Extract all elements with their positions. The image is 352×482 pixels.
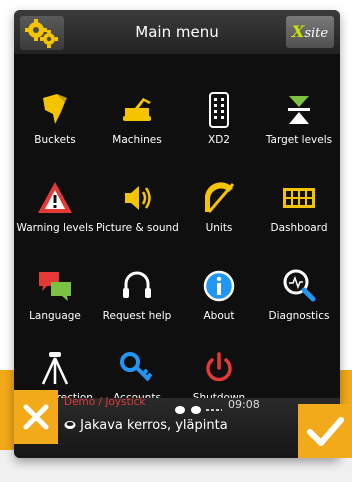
speaker-icon	[125, 186, 151, 210]
menu-item-buckets[interactable]: Buckets	[14, 90, 96, 146]
menu-item-units[interactable]: Units	[178, 178, 260, 234]
menu-item-shutdown[interactable]: Shutdown	[178, 348, 260, 404]
target-levels-icon	[288, 96, 310, 124]
menu-item-xd2[interactable]: XD2	[178, 90, 260, 146]
bucket-icon	[43, 94, 67, 124]
main-menu-grid: Buckets Machines XD2 Target levels Warni…	[14, 54, 340, 406]
job-label: Jakava kerros, yläpinta	[64, 418, 228, 433]
headset-icon	[123, 271, 151, 298]
xsite-logo: Xsite	[286, 16, 334, 48]
menu-item-machines[interactable]: Machines	[96, 90, 178, 146]
menu-item-diagnostics[interactable]: Diagnostics	[258, 266, 340, 322]
top-bar: Main menu Xsite	[14, 10, 340, 54]
page-title: Main menu	[135, 23, 219, 41]
tripod-icon	[41, 352, 69, 385]
clock: 09:08	[228, 398, 260, 411]
menu-item-target-levels[interactable]: Target levels	[258, 90, 340, 146]
gear-icon	[25, 19, 58, 48]
cancel-button[interactable]	[14, 390, 58, 444]
menu-item-about[interactable]: About	[178, 266, 260, 322]
dashboard-icon	[283, 188, 315, 208]
status-icons	[174, 400, 228, 419]
close-icon	[23, 404, 49, 430]
menu-item-request-help[interactable]: Request help	[96, 266, 178, 322]
ok-button[interactable]	[298, 404, 352, 458]
info-icon	[203, 270, 235, 302]
layer-icon	[64, 421, 76, 429]
connection-status-icon	[175, 406, 222, 414]
speech-bubbles-icon	[39, 272, 71, 301]
key-icon	[120, 352, 153, 382]
device-screen: Main menu Xsite Buckets Machines XD2 Tar…	[14, 10, 340, 458]
checkmark-icon	[307, 417, 344, 446]
menu-item-dashboard[interactable]: Dashboard	[258, 178, 340, 234]
device-icon	[209, 92, 229, 128]
power-icon	[206, 352, 232, 382]
protractor-icon	[205, 182, 235, 213]
menu-item-warning-levels[interactable]: Warning levels	[14, 178, 96, 234]
excavator-icon	[123, 98, 151, 121]
settings-button[interactable]	[20, 16, 64, 50]
warning-icon	[38, 182, 72, 213]
job-name: Jakava kerros, yläpinta	[80, 418, 228, 433]
menu-item-language[interactable]: Language	[14, 266, 96, 322]
mode-label: Demo / Joystick	[64, 396, 146, 408]
menu-item-picture-sound[interactable]: Picture & sound	[96, 178, 179, 234]
magnifier-icon	[283, 269, 316, 302]
